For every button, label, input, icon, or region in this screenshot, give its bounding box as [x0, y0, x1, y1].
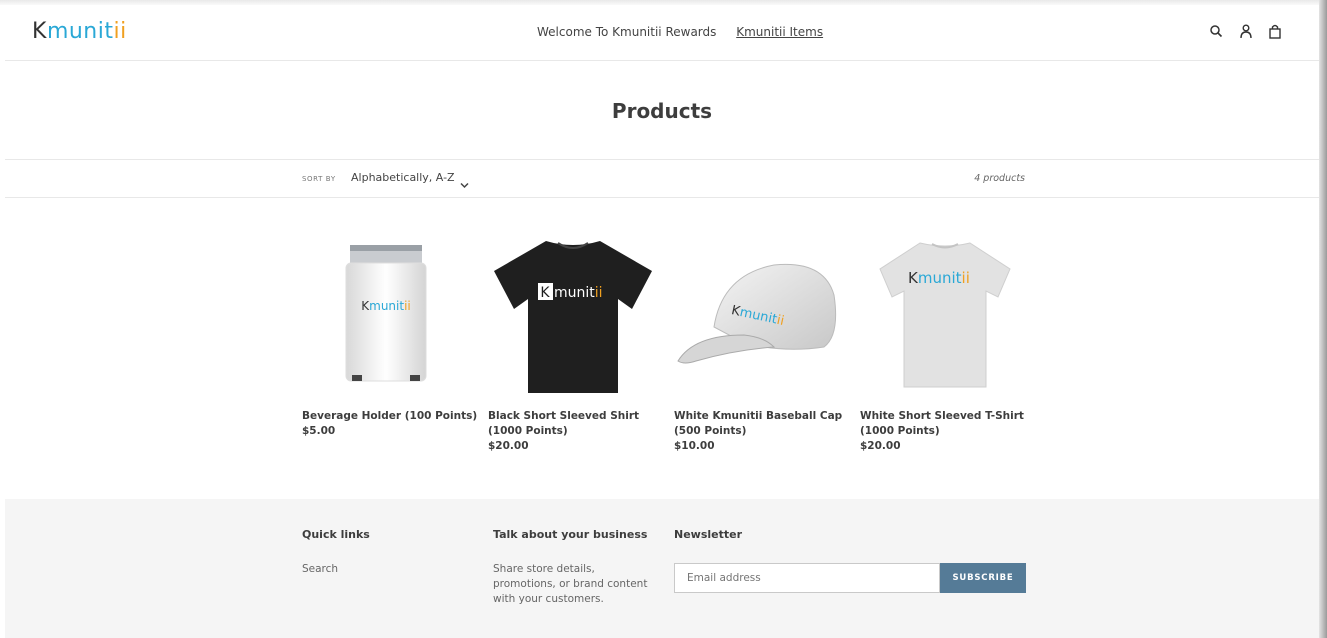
product-title-line1: Black Short Sleeved Shirt [488, 410, 640, 422]
site-header: Kmunitii Welcome To Kmunitii Rewards Kmu… [5, 5, 1319, 61]
svg-text:munitii: munitii [554, 285, 603, 301]
site-logo[interactable]: Kmunitii [32, 19, 127, 44]
product-image[interactable]: Kmunitii [860, 235, 1038, 395]
product-title[interactable]: White Kmunitii Baseball Cap (500 Points) [674, 409, 852, 439]
sort-select[interactable]: Alphabetically, A-Z [351, 171, 455, 184]
product-title-line2: (1000 Points) [860, 425, 940, 437]
product-card[interactable]: K munitii Black Short Sleeved Shirt (1000… [488, 235, 666, 454]
footer-business-line: Share store details, [493, 563, 595, 575]
logo-end: ii [113, 19, 127, 44]
footer-heading-business: Talk about your business [493, 528, 648, 541]
product-count: 4 products [974, 173, 1025, 184]
footer-heading-quick-links: Quick links [302, 528, 370, 541]
filter-bar: SORT BY Alphabetically, A-Z 4 products [5, 160, 1319, 198]
account-icon[interactable] [1240, 24, 1252, 39]
cart-icon[interactable] [1269, 24, 1281, 39]
email-field[interactable] [674, 563, 940, 593]
product-price: $5.00 [302, 425, 336, 437]
product-card[interactable]: Kmunitii White Short Sleeved T-Shirt (100… [860, 235, 1038, 454]
product-card[interactable]: Kmunitii Beverage Holder (100 Points) $5… [302, 235, 480, 439]
search-icon[interactable] [1209, 24, 1223, 39]
logo-letter-k: K [32, 19, 47, 44]
sort-label: SORT BY [302, 175, 336, 183]
product-title[interactable]: Black Short Sleeved Shirt (1000 Points) [488, 409, 666, 439]
collection-header: Products [5, 61, 1319, 160]
product-title-line1: White Kmunitii Baseball Cap [674, 410, 843, 422]
product-price: $20.00 [860, 440, 901, 452]
nav-item-rewards[interactable]: Welcome To Kmunitii Rewards [537, 25, 716, 39]
header-icons [1209, 24, 1281, 39]
product-image[interactable]: Kmunitii [674, 235, 852, 395]
main-nav: Welcome To Kmunitii Rewards Kmunitii Ite… [537, 25, 839, 39]
product-image[interactable]: K munitii [488, 235, 666, 395]
site-footer: Quick links Search Talk about your busin… [5, 499, 1319, 638]
page-title: Products [611, 99, 713, 123]
logo-middle: munit [46, 19, 114, 44]
footer-business-text: Share store details, promotions, or bran… [493, 562, 647, 607]
svg-text:K: K [540, 285, 550, 301]
product-card[interactable]: Kmunitii White Kmunitii Baseball Cap (500… [674, 235, 852, 454]
chevron-down-icon[interactable] [460, 174, 469, 193]
product-title-line2: (1000 Points) [488, 425, 568, 437]
svg-text:Kmunitii: Kmunitii [908, 269, 970, 287]
product-title-line2: (500 Points) [674, 425, 747, 437]
product-image[interactable]: Kmunitii [302, 235, 480, 395]
footer-heading-newsletter: Newsletter [674, 528, 743, 541]
svg-text:Kmunitii: Kmunitii [361, 299, 411, 313]
product-title[interactable]: Beverage Holder (100 Points) [302, 409, 480, 424]
product-title[interactable]: White Short Sleeved T-Shirt (1000 Points) [860, 409, 1038, 439]
product-price: $20.00 [488, 440, 529, 452]
footer-link-search[interactable]: Search [302, 562, 338, 577]
page: Kmunitii Welcome To Kmunitii Rewards Kmu… [5, 5, 1319, 638]
product-price: $10.00 [674, 440, 715, 452]
footer-business-line: with your customers. [493, 593, 604, 605]
subscribe-button[interactable]: SUBSCRIBE [940, 563, 1026, 593]
footer-business-line: promotions, or brand content [493, 578, 648, 590]
product-title-line1: White Short Sleeved T-Shirt [860, 410, 1024, 422]
nav-item-items[interactable]: Kmunitii Items [736, 25, 823, 39]
